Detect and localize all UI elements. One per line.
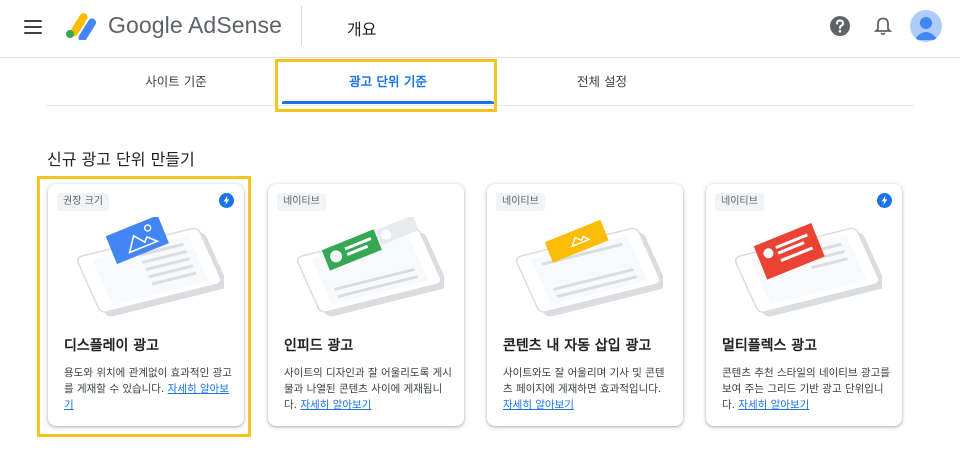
chip-label: 네이티브	[277, 193, 326, 211]
tab-bar: 사이트 기준 광고 단위 기준 전체 설정	[46, 58, 914, 106]
card-in-article-ads[interactable]: 네이티브 콘텐츠 내 자동 삽입 광고 사이트와도 잘 어울리며 기사 및 콘텐…	[487, 184, 683, 426]
tab-ad-unit[interactable]: 광고 단위 기준	[282, 58, 494, 105]
adsense-logo-icon	[66, 13, 97, 40]
card-description: 사이트의 디자인과 잘 어울리도록 게시물과 나열된 콘텐츠 사이에 게재됩니다…	[284, 367, 452, 411]
learn-more-link[interactable]: 자세히 알아보기	[503, 399, 574, 411]
tab-global-settings[interactable]: 전체 설정	[522, 58, 682, 105]
active-tab-indicator	[282, 101, 494, 104]
tab-site[interactable]: 사이트 기준	[96, 58, 256, 105]
menu-icon[interactable]	[22, 16, 44, 38]
account-avatar[interactable]	[910, 10, 942, 42]
bolt-icon	[877, 193, 892, 208]
phone-illustration	[734, 223, 882, 317]
phone-illustration	[296, 217, 444, 317]
card-title: 콘텐츠 내 자동 삽입 광고	[503, 338, 652, 354]
chip-label: 네이티브	[715, 193, 764, 211]
brand-name[interactable]: Google AdSense	[108, 12, 282, 39]
card-title: 디스플레이 광고	[64, 338, 160, 354]
phone-illustration	[76, 217, 224, 317]
person-icon	[914, 17, 938, 40]
learn-more-link[interactable]: 자세히 알아보기	[738, 399, 809, 411]
learn-more-link[interactable]: 자세히 알아보기	[300, 399, 371, 411]
phone-illustration	[515, 219, 663, 317]
card-description: 사이트와도 잘 어울리며 기사 및 콘텐츠 페이지에 게재하면 효과적입니다. …	[503, 367, 665, 411]
top-app-bar: Google AdSense 개요	[0, 0, 960, 58]
help-icon[interactable]	[829, 15, 851, 37]
card-title: 인피드 광고	[284, 338, 354, 354]
header-divider	[301, 6, 302, 46]
card-display-ads[interactable]: 권장 크기 디스플레이 광고 용도와 위치에 관계없이 효과적인 광고를 게재할…	[48, 184, 244, 426]
page-title: 개요	[347, 20, 377, 39]
card-multiplex-ads[interactable]: 네이티브 멀티플렉스 광고 콘텐츠 추천 스타일의 네이티브 광고를 보여 주는…	[706, 184, 902, 426]
card-description: 용도와 위치에 관계없이 효과적인 광고를 게재할 수 있습니다. 자세히 알아…	[64, 367, 232, 411]
bolt-icon	[219, 193, 234, 208]
card-title: 멀티플렉스 광고	[722, 338, 818, 354]
section-title: 신규 광고 단위 만들기	[47, 150, 195, 169]
notifications-bell-icon[interactable]	[872, 15, 894, 37]
card-in-feed-ads[interactable]: 네이티브 인피드 광고 사이트의 디자인과 잘 어울리도록 게시물과 나열된 콘…	[268, 184, 464, 426]
card-description: 콘텐츠 추천 스타일의 네이티브 광고를 보여 주는 그리드 기반 광고 단위입…	[722, 367, 890, 411]
chip-label: 네이티브	[496, 193, 545, 211]
chip-label: 권장 크기	[57, 193, 109, 211]
